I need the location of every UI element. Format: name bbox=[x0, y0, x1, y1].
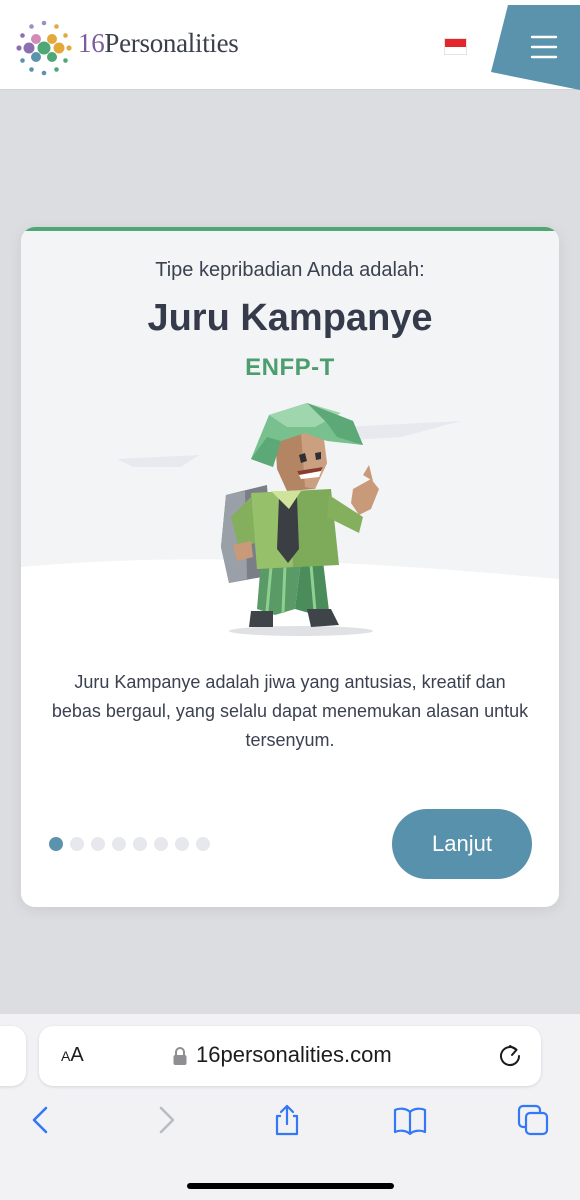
type-description: Juru Kampanye adalah jiwa yang antusias,… bbox=[51, 672, 529, 750]
indonesia-flag-icon[interactable] bbox=[444, 38, 467, 55]
next-button[interactable]: Lanjut bbox=[392, 809, 532, 879]
pagination-dot[interactable] bbox=[175, 837, 189, 851]
browser-toolbar: AA 16personalities.com bbox=[0, 1013, 580, 1200]
logo-icon[interactable] bbox=[16, 20, 72, 76]
text-size-large-label: A bbox=[70, 1044, 84, 1066]
card-accent-line bbox=[21, 227, 559, 231]
reload-icon[interactable] bbox=[497, 1043, 523, 1069]
pagination-dot[interactable] bbox=[196, 837, 210, 851]
pagination-dots bbox=[49, 837, 210, 851]
bookmarks-icon[interactable] bbox=[393, 1103, 427, 1137]
tabs-icon[interactable] bbox=[516, 1103, 550, 1137]
text-size-button[interactable]: AA bbox=[61, 1044, 84, 1067]
logo-number: 16 bbox=[78, 28, 105, 58]
text-size-small-label: A bbox=[61, 1048, 71, 1064]
pagination-dot[interactable] bbox=[70, 837, 84, 851]
site-logo-text[interactable]: 16Personalities bbox=[78, 28, 239, 59]
home-indicator bbox=[187, 1183, 394, 1189]
pagination-dot[interactable] bbox=[112, 837, 126, 851]
forward-icon[interactable] bbox=[149, 1103, 183, 1137]
pagination-dot[interactable] bbox=[91, 837, 105, 851]
share-icon[interactable] bbox=[270, 1103, 304, 1137]
logo-word: Personalities bbox=[104, 28, 239, 58]
pagination-dot[interactable] bbox=[154, 837, 168, 851]
cloud-left bbox=[117, 455, 199, 467]
lock-icon bbox=[173, 1047, 187, 1065]
site-header: 16Personalities bbox=[0, 0, 580, 90]
back-icon[interactable] bbox=[24, 1103, 58, 1137]
result-card: Tipe kepribadian Anda adalah: Juru Kampa… bbox=[21, 227, 559, 907]
campaigner-character-illustration bbox=[117, 403, 461, 636]
result-subtitle: Tipe kepribadian Anda adalah: bbox=[155, 259, 425, 281]
previous-tab-preview[interactable] bbox=[0, 1026, 26, 1086]
address-bar[interactable]: AA 16personalities.com bbox=[39, 1026, 541, 1086]
personality-type-code: ENFP-T bbox=[245, 354, 335, 381]
pagination-dot-active[interactable] bbox=[49, 837, 63, 851]
hamburger-menu-button[interactable] bbox=[490, 0, 580, 90]
personality-type-name: Juru Kampanye bbox=[147, 297, 433, 339]
url-text[interactable]: 16personalities.com bbox=[196, 1042, 392, 1068]
pagination-dot[interactable] bbox=[133, 837, 147, 851]
